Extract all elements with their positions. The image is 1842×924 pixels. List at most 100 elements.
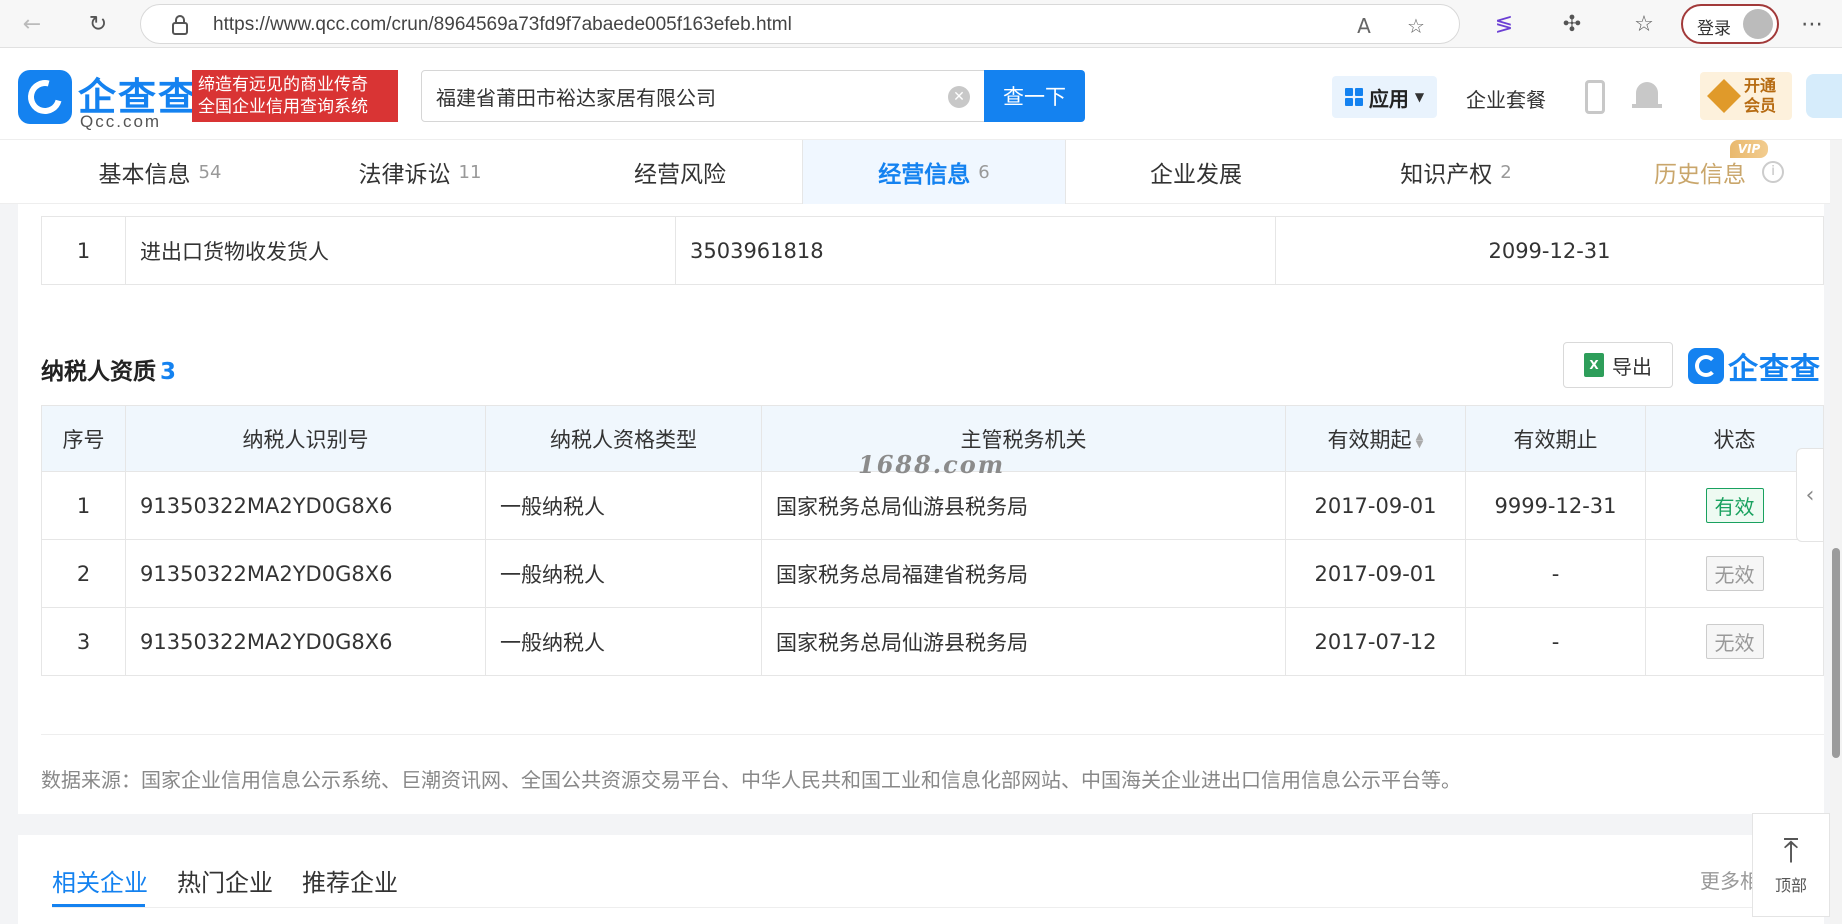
vip-line-2: 会员 <box>1744 96 1777 115</box>
cell-type: 一般纳税人 <box>485 607 762 676</box>
site-header: 企查查 Qcc.com 缔造有远见的商业传奇 全国企业信用查询系统 ✕ 查一下 … <box>0 48 1842 140</box>
tab-operation-risk[interactable]: 经营风险 <box>560 140 800 204</box>
tab-label: 基本信息 <box>98 162 191 188</box>
col-index: 序号 <box>41 405 126 472</box>
clear-icon[interactable]: ✕ <box>948 86 970 108</box>
qcc-logo-icon[interactable] <box>18 70 72 124</box>
search-box: ✕ <box>421 70 985 122</box>
divider <box>52 907 1824 908</box>
favorites-list-icon[interactable]: ☆ <box>1628 8 1660 40</box>
watermark: 1688.com <box>858 450 1006 479</box>
assistant-avatar[interactable] <box>1806 74 1842 118</box>
cell-start: 2017-09-01 <box>1285 539 1466 608</box>
section-title: 纳税人资质 3 <box>41 352 176 386</box>
logo-subtext: Qcc.com <box>80 112 162 131</box>
cell-index: 1 <box>41 216 126 285</box>
table-row: 3 91350322MA2YD0G8X6 一般纳税人 国家税务总局仙游县税务局 … <box>41 607 1824 676</box>
col-valid-to: 有效期止 <box>1465 405 1646 472</box>
sort-icon[interactable]: ▲ ▼ <box>1416 431 1424 449</box>
tab-count: 54 <box>198 161 222 183</box>
slogan-line-2: 全国企业信用查询系统 <box>198 97 368 117</box>
extension-s-icon[interactable]: ≶ <box>1488 8 1520 40</box>
back-icon[interactable]: ← <box>16 8 48 40</box>
tab-ip[interactable]: 知识产权 2 <box>1336 140 1576 204</box>
excel-icon: X <box>1584 353 1604 377</box>
search-input[interactable] <box>436 84 936 108</box>
app-grid-icon <box>1344 88 1363 106</box>
diamond-icon <box>1707 79 1741 113</box>
info-icon[interactable]: i <box>1762 161 1784 183</box>
cell-date: 2099-12-31 <box>1275 216 1824 285</box>
cell-start: 2017-09-01 <box>1285 471 1466 540</box>
content-panel: 1 进出口货物收发货人 3503961818 2099-12-31 纳税人资质 3… <box>18 204 1824 814</box>
tab-legal[interactable]: 法律诉讼 11 <box>300 140 540 204</box>
cell-taxpayer-id: 91350322MA2YD0G8X6 <box>125 471 486 540</box>
cell-type: 进出口货物收发货人 <box>125 216 676 285</box>
tab-hot-companies[interactable]: 热门企业 <box>177 863 273 898</box>
back-to-top-button[interactable]: ⤒ 顶部 <box>1752 813 1830 917</box>
taxpayer-count: 3 <box>160 359 177 385</box>
more-menu-icon[interactable]: ⋯ <box>1796 8 1828 40</box>
read-aloud-icon[interactable]: A <box>1351 13 1377 39</box>
mobile-icon[interactable] <box>1585 80 1605 114</box>
refresh-icon[interactable]: ↻ <box>82 8 114 40</box>
chevron-down-icon: ▼ <box>1414 90 1425 104</box>
scrollbar-thumb[interactable] <box>1832 548 1840 758</box>
col-tax-authority: 主管税务机关 <box>761 405 1286 472</box>
col-valid-from[interactable]: 有效期起 ▲ ▼ <box>1285 405 1466 472</box>
tab-count: 11 <box>458 161 482 183</box>
scrollbar[interactable] <box>1830 140 1842 924</box>
browser-toolbar: ← ↻ https://www.qcc.com/crun/8964569a73f… <box>0 0 1842 48</box>
tab-basic-info[interactable]: 基本信息 54 <box>40 140 280 204</box>
cell-authority: 国家税务总局仙游县税务局 <box>761 471 1286 540</box>
app-menu-label: 应用 <box>1368 86 1409 111</box>
lock-icon <box>172 15 188 35</box>
login-button[interactable]: 登录 <box>1681 4 1779 44</box>
cell-type: 一般纳税人 <box>485 471 762 540</box>
data-source-note: 数据来源：国家企业信用信息公示系统、巨潮资讯网、全国公共资源交易平台、中华人民共… <box>41 768 1461 792</box>
divider <box>41 734 1824 735</box>
more-link[interactable]: 更多相 <box>1700 865 1760 894</box>
tab-label: 经营信息 <box>878 162 971 188</box>
login-label: 登录 <box>1697 19 1731 39</box>
favorite-star-icon[interactable]: ☆ <box>1403 13 1429 39</box>
chevron-left-icon[interactable]: ‹ <box>1796 448 1824 542</box>
taxpayer-title: 纳税人资质 <box>41 359 156 385</box>
tab-label: 历史信息 <box>1654 162 1746 188</box>
arrow-up-icon: ⤒ <box>1783 831 1799 871</box>
section-tabs: 基本信息 54 法律诉讼 11 经营风险 经营信息 6 企业发展 知识产权 2 历史信息 <box>0 140 1842 204</box>
search-button[interactable]: 查一下 <box>984 70 1085 122</box>
suite-link[interactable]: 企业套餐 <box>1466 84 1546 113</box>
cell-end: - <box>1465 539 1646 608</box>
puzzle-icon[interactable]: ✣ <box>1556 8 1588 40</box>
import-export-table: 1 进出口货物收发货人 3503961818 2099-12-31 <box>41 216 1824 285</box>
vip-line-1: 开通 <box>1744 76 1777 95</box>
status-badge: 无效 <box>1705 556 1764 591</box>
url-text[interactable]: https://www.qcc.com/crun/8964569a73fd9f7… <box>213 14 792 36</box>
cell-start: 2017-07-12 <box>1285 607 1466 676</box>
back-to-top-label: 顶部 <box>1774 876 1807 895</box>
address-bar[interactable]: https://www.qcc.com/crun/8964569a73fd9f7… <box>140 4 1460 44</box>
col-taxpayer-id: 纳税人识别号 <box>125 405 486 472</box>
brand-text: 企查查 <box>1728 352 1821 387</box>
export-button[interactable]: X 导出 <box>1563 342 1673 388</box>
status-badge: 无效 <box>1705 624 1764 659</box>
cell-code: 3503961818 <box>675 216 1276 285</box>
export-label: 导出 <box>1612 354 1652 379</box>
tab-business-info[interactable]: 经营信息 6 <box>802 140 1066 204</box>
vip-upgrade-button[interactable]: 开通 会员 <box>1700 72 1792 120</box>
app-menu-button[interactable]: 应用 ▼ <box>1332 76 1437 118</box>
related-companies-card: 相关企业 热门企业 推荐企业 更多相 <box>18 835 1824 924</box>
tab-recommended-companies[interactable]: 推荐企业 <box>302 863 398 898</box>
tab-label: 企业发展 <box>1150 162 1242 188</box>
bell-icon[interactable] <box>1632 82 1662 114</box>
tab-label: 知识产权 <box>1400 162 1493 188</box>
cell-index: 2 <box>41 539 126 608</box>
qcc-logo-icon <box>1688 348 1724 384</box>
cell-index: 3 <box>41 607 126 676</box>
col-valid-from-label: 有效期起 <box>1327 427 1412 452</box>
cell-end: - <box>1465 607 1646 676</box>
table-row: 1 91350322MA2YD0G8X6 一般纳税人 国家税务总局仙游县税务局 … <box>41 471 1824 540</box>
tab-related-companies[interactable]: 相关企业 <box>52 863 148 898</box>
tab-development[interactable]: 企业发展 <box>1076 140 1316 204</box>
